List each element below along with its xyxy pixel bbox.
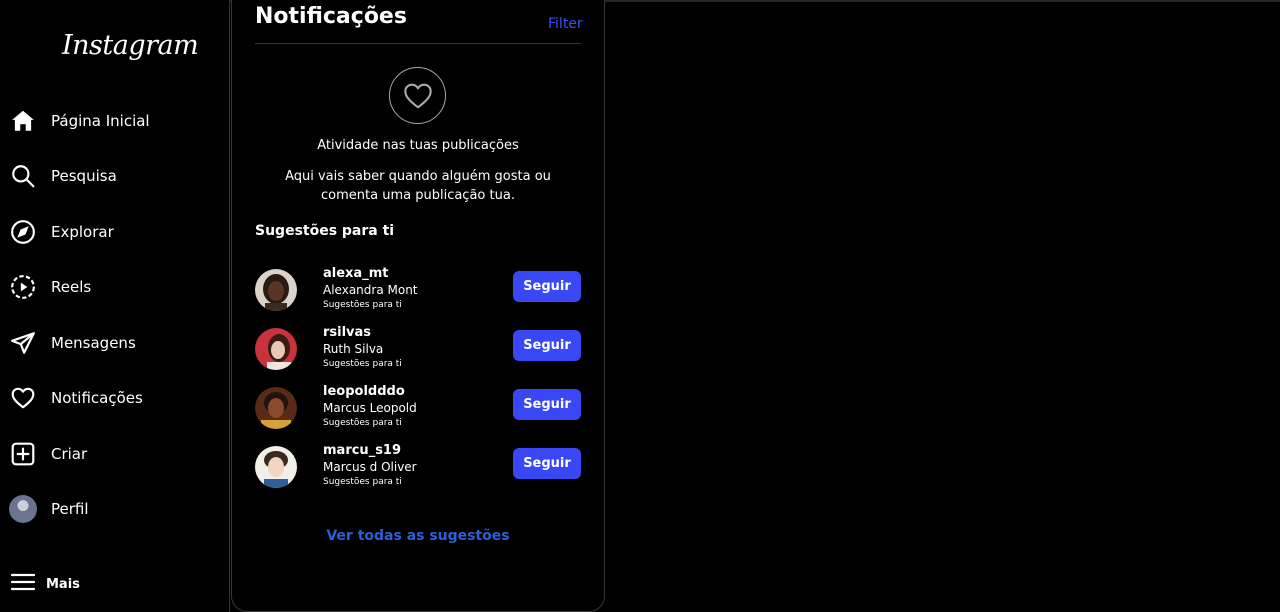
sidebar-item-label: Pesquisa bbox=[51, 167, 117, 185]
avatar[interactable] bbox=[255, 328, 297, 370]
follow-button[interactable]: Seguir bbox=[513, 330, 581, 361]
suggestion-username[interactable]: rsilvas bbox=[323, 324, 402, 341]
suggestion-text: alexa_mt Alexandra Mont Sugestões para t… bbox=[323, 265, 418, 312]
sidebar-item-explore[interactable]: Explorar bbox=[8, 210, 218, 254]
plus-square-icon bbox=[8, 439, 38, 469]
follow-button[interactable]: Seguir bbox=[513, 271, 581, 302]
avatar bbox=[9, 495, 37, 523]
sidebar-item-label: Perfil bbox=[51, 500, 89, 518]
avatar[interactable] bbox=[255, 387, 297, 429]
activity-heart-icon bbox=[389, 67, 446, 124]
menu-icon bbox=[10, 571, 36, 597]
more-label: Mais bbox=[46, 576, 80, 592]
suggestion-username[interactable]: alexa_mt bbox=[323, 265, 418, 282]
suggestion-subtitle: Sugestões para ti bbox=[323, 359, 402, 369]
sidebar-item-reels[interactable]: Reels bbox=[8, 265, 218, 309]
suggestions-heading: Sugestões para ti bbox=[255, 223, 395, 239]
sidebar: Instagram Página Inicial Pesquisa Explor… bbox=[0, 0, 230, 612]
reels-icon bbox=[8, 272, 38, 302]
sidebar-item-label: Reels bbox=[51, 278, 92, 296]
suggestion-username[interactable]: leopoldddo bbox=[323, 383, 417, 400]
search-icon bbox=[8, 161, 38, 191]
sidebar-item-label: Explorar bbox=[51, 223, 114, 241]
list-item: alexa_mt Alexandra Mont Sugestões para t… bbox=[255, 265, 581, 315]
sidebar-item-create[interactable]: Criar bbox=[8, 432, 218, 476]
follow-button[interactable]: Seguir bbox=[513, 448, 581, 479]
sidebar-item-profile[interactable]: Perfil bbox=[8, 487, 218, 531]
sidebar-item-label: Criar bbox=[51, 445, 88, 463]
suggestion-subtitle: Sugestões para ti bbox=[323, 300, 402, 310]
instagram-logo[interactable]: Instagram bbox=[62, 30, 199, 61]
home-icon bbox=[8, 106, 38, 136]
follow-button[interactable]: Seguir bbox=[513, 389, 581, 420]
profile-icon-wrap bbox=[8, 494, 38, 524]
activity-title: Atividade nas tuas publicações bbox=[317, 138, 519, 153]
sidebar-item-label: Notificações bbox=[51, 389, 143, 407]
more-button[interactable]: Mais bbox=[10, 568, 80, 600]
list-item: leopoldddo Marcus Leopold Sugestões para… bbox=[255, 383, 581, 433]
suggestion-text: leopoldddo Marcus Leopold Sugestões para… bbox=[323, 383, 417, 430]
suggestion-name: Alexandra Mont bbox=[323, 283, 418, 297]
sidebar-item-notifications[interactable]: Notificações bbox=[8, 376, 218, 420]
divider bbox=[255, 43, 581, 44]
avatar[interactable] bbox=[255, 446, 297, 488]
heart-icon bbox=[8, 383, 38, 413]
suggestion-name: Ruth Silva bbox=[323, 342, 384, 356]
suggestion-subtitle: Sugestões para ti bbox=[323, 477, 402, 487]
sidebar-item-home[interactable]: Página Inicial bbox=[8, 99, 218, 143]
compass-icon bbox=[8, 217, 38, 247]
suggestion-text: marcu_s19 Marcus d Oliver Sugestões para… bbox=[323, 442, 417, 489]
avatar[interactable] bbox=[255, 269, 297, 311]
see-all-suggestions-link[interactable]: Ver todas as sugestões bbox=[255, 528, 581, 544]
sidebar-item-messages[interactable]: Mensagens bbox=[8, 321, 218, 365]
page-title: Notificações bbox=[255, 4, 407, 29]
send-icon bbox=[8, 328, 38, 358]
sidebar-item-label: Mensagens bbox=[51, 334, 136, 352]
suggestion-subtitle: Sugestões para ti bbox=[323, 418, 402, 428]
sidebar-item-search[interactable]: Pesquisa bbox=[8, 154, 218, 198]
suggestion-name: Marcus Leopold bbox=[323, 401, 417, 415]
sidebar-item-label: Página Inicial bbox=[51, 112, 150, 130]
suggestion-username[interactable]: marcu_s19 bbox=[323, 442, 417, 459]
suggestion-name: Marcus d Oliver bbox=[323, 460, 417, 474]
filter-link[interactable]: Filter bbox=[548, 16, 583, 32]
activity-description: Aqui vais saber quando alguém gosta ou c… bbox=[285, 169, 551, 203]
list-item: marcu_s19 Marcus d Oliver Sugestões para… bbox=[255, 442, 581, 492]
suggestion-text: rsilvas Ruth Silva Sugestões para ti bbox=[323, 324, 402, 371]
list-item: rsilvas Ruth Silva Sugestões para ti Seg… bbox=[255, 324, 581, 374]
